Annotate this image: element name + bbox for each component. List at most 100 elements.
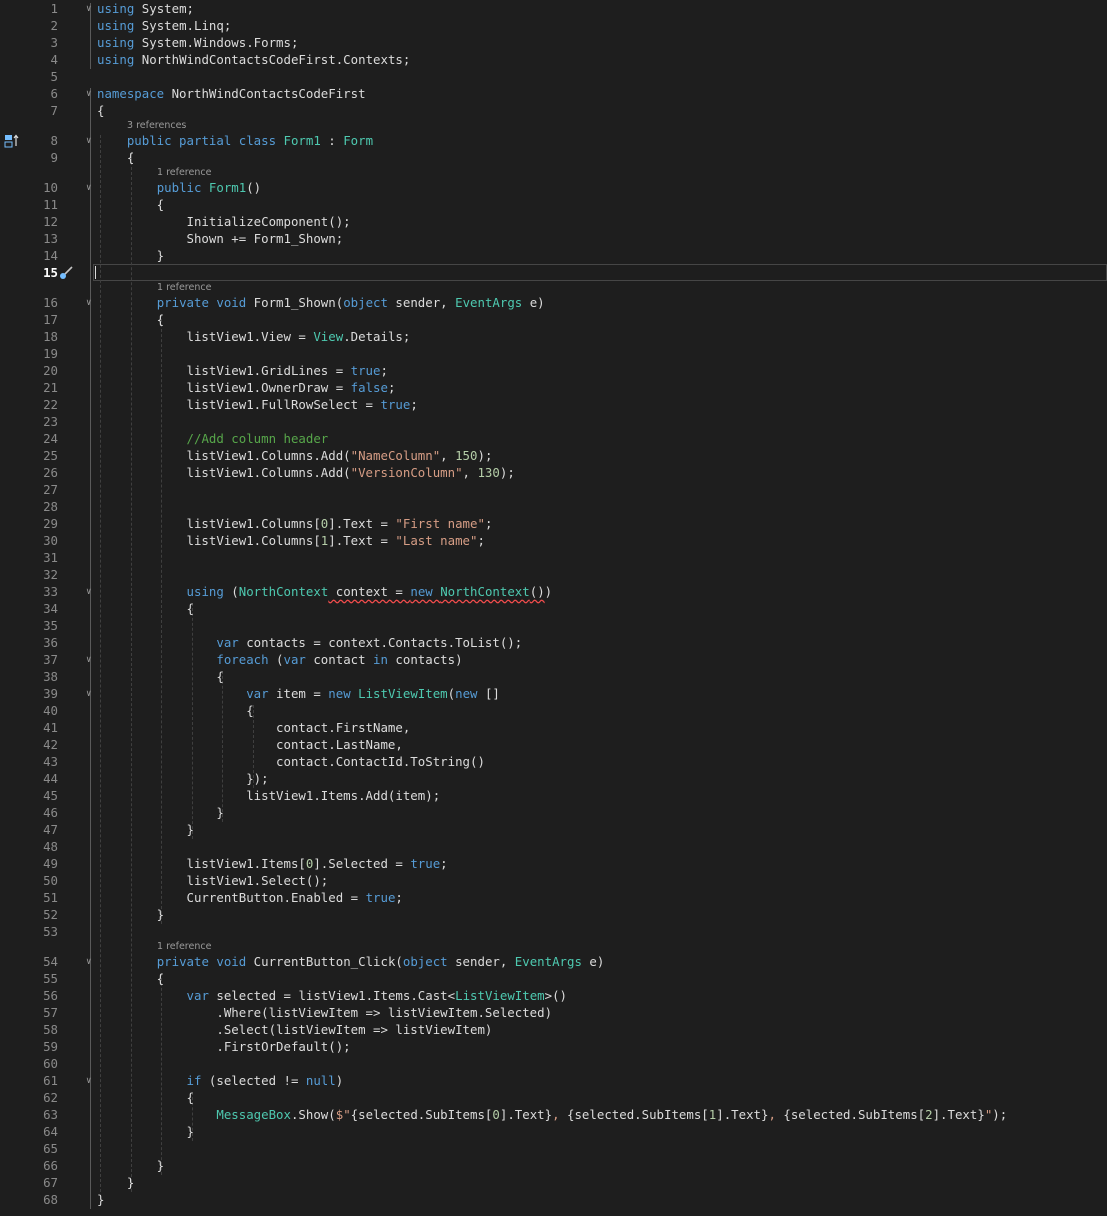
- code-line[interactable]: 21 listView1.OwnerDraw = false;: [0, 380, 1107, 397]
- code-line[interactable]: 16 ∨ private void Form1_Shown(object send…: [0, 295, 1107, 312]
- code-line[interactable]: 45 listView1.Items.Add(item);: [0, 788, 1107, 805]
- code-line[interactable]: 56 var selected = listView1.Items.Cast<L…: [0, 988, 1107, 1005]
- code-line[interactable]: 40 {: [0, 703, 1107, 720]
- code-line[interactable]: 63 MessageBox.Show($"{selected.SubItems[…: [0, 1107, 1107, 1124]
- fold-chevron-icon[interactable]: ∨: [86, 90, 95, 99]
- code-token: ;: [395, 890, 403, 905]
- code-line[interactable]: 5: [0, 69, 1107, 86]
- code-line[interactable]: 49 listView1.Items[0].Selected = true;: [0, 856, 1107, 873]
- code-line[interactable]: 53: [0, 924, 1107, 941]
- code-line[interactable]: 8 ∨ public partial class Form1 : Form: [0, 133, 1107, 150]
- code-line[interactable]: 59 .FirstOrDefault();: [0, 1039, 1107, 1056]
- code-line[interactable]: 19: [0, 346, 1107, 363]
- codelens-text[interactable]: 3 references: [127, 120, 186, 131]
- code-line[interactable]: 27: [0, 482, 1107, 499]
- fold-chevron-icon[interactable]: ∨: [86, 184, 95, 193]
- code-line[interactable]: 14 }: [0, 248, 1107, 265]
- fold-chevron-icon[interactable]: ∨: [86, 137, 95, 146]
- code-line[interactable]: 37 ∨ foreach (var contact in contacts): [0, 652, 1107, 669]
- code-line[interactable]: 38 {: [0, 669, 1107, 686]
- code-line[interactable]: 34 {: [0, 601, 1107, 618]
- code-line[interactable]: 44 });: [0, 771, 1107, 788]
- code-line[interactable]: 4 using NorthWindContactsCodeFirst.Contex…: [0, 52, 1107, 69]
- code-line[interactable]: 28: [0, 499, 1107, 516]
- code-line[interactable]: 60: [0, 1056, 1107, 1073]
- code-token: private void: [156, 295, 254, 310]
- codelens-references[interactable]: 1 reference: [0, 167, 1107, 180]
- code-line[interactable]: 39 ∨ var item = new ListViewItem(new []: [0, 686, 1107, 703]
- code-line[interactable]: 15: [0, 265, 1107, 282]
- code-editor[interactable]: 1 ∨ using System; 2 using System.Linq; 3 using…: [0, 0, 1107, 1216]
- code-line[interactable]: 41 contact.FirstName,: [0, 720, 1107, 737]
- line-number: 1: [50, 1, 58, 16]
- code-line[interactable]: 18 listView1.View = View.Details;: [0, 329, 1107, 346]
- code-line[interactable]: 13 Shown += Form1_Shown;: [0, 231, 1107, 248]
- code-line[interactable]: 54 ∨ private void CurrentButton_Click(obj…: [0, 954, 1107, 971]
- code-line[interactable]: 9 {: [0, 150, 1107, 167]
- code-line[interactable]: 7{: [0, 103, 1107, 120]
- fold-chevron-icon[interactable]: ∨: [86, 588, 95, 597]
- code-line[interactable]: 52 }: [0, 907, 1107, 924]
- code-token: .Where(listViewItem => listViewItem.Sele…: [97, 1005, 553, 1020]
- codelens-references[interactable]: 3 references: [0, 120, 1107, 133]
- code-line[interactable]: 65: [0, 1141, 1107, 1158]
- code-line[interactable]: 35: [0, 618, 1107, 635]
- code-line[interactable]: 24 //Add column header: [0, 431, 1107, 448]
- code-line[interactable]: 23: [0, 414, 1107, 431]
- code-line[interactable]: 20 listView1.GridLines = true;: [0, 363, 1107, 380]
- code-line[interactable]: 61 ∨ if (selected != null): [0, 1073, 1107, 1090]
- code-line[interactable]: 47 }: [0, 822, 1107, 839]
- fold-chevron-icon[interactable]: ∨: [86, 958, 95, 967]
- code-line[interactable]: 17 {: [0, 312, 1107, 329]
- code-token: e): [522, 295, 545, 310]
- code-line[interactable]: 64 }: [0, 1124, 1107, 1141]
- fold-chevron-icon[interactable]: ∨: [86, 5, 95, 14]
- codelens-references[interactable]: 1 reference: [0, 282, 1107, 295]
- code-line[interactable]: 46 }: [0, 805, 1107, 822]
- code-token: :: [320, 133, 344, 148]
- code-line[interactable]: 25 listView1.Columns.Add("NameColumn", 1…: [0, 448, 1107, 465]
- fold-chevron-icon[interactable]: ∨: [86, 690, 95, 699]
- code-line[interactable]: 68}: [0, 1192, 1107, 1209]
- code-line[interactable]: 43 contact.ContactId.ToString(): [0, 754, 1107, 771]
- code-line[interactable]: 58 .Select(listViewItem => listViewItem): [0, 1022, 1107, 1039]
- codelens-text[interactable]: 1 reference: [157, 941, 211, 952]
- code-line[interactable]: 6 ∨ namespace NorthWindContactsCodeFirst: [0, 86, 1107, 103]
- code-token: true: [380, 397, 411, 412]
- code-line[interactable]: 32: [0, 567, 1107, 584]
- code-line[interactable]: 31: [0, 550, 1107, 567]
- code-line[interactable]: 11 {: [0, 197, 1107, 214]
- code-token: 0: [492, 1107, 500, 1122]
- codelens-text[interactable]: 1 reference: [157, 167, 211, 178]
- code-line[interactable]: 66 }: [0, 1158, 1107, 1175]
- code-text: using NorthWindContactsCodeFirst.Context…: [97, 52, 410, 67]
- code-line[interactable]: 36 var contacts = context.Contacts.ToLis…: [0, 635, 1107, 652]
- code-line[interactable]: 67 }: [0, 1175, 1107, 1192]
- code-line[interactable]: 22 listView1.FullRowSelect = true;: [0, 397, 1107, 414]
- codelens-references[interactable]: 1 reference: [0, 941, 1107, 954]
- code-line[interactable]: 55 {: [0, 971, 1107, 988]
- code-line[interactable]: 2 using System.Linq;: [0, 18, 1107, 35]
- fold-chevron-icon[interactable]: ∨: [86, 1077, 95, 1086]
- code-line[interactable]: 51 CurrentButton.Enabled = true;: [0, 890, 1107, 907]
- code-line[interactable]: 33 ∨ using (NorthContext context = new No…: [0, 584, 1107, 601]
- code-line[interactable]: 57 .Where(listViewItem => listViewItem.S…: [0, 1005, 1107, 1022]
- fold-chevron-icon[interactable]: ∨: [86, 299, 95, 308]
- line-number: 34: [43, 601, 58, 616]
- code-line[interactable]: 12 InitializeComponent();: [0, 214, 1107, 231]
- code-line[interactable]: 30 listView1.Columns[1].Text = "Last nam…: [0, 533, 1107, 550]
- code-line[interactable]: 50 listView1.Select();: [0, 873, 1107, 890]
- code-token: contact.FirstName,: [97, 720, 411, 735]
- code-line[interactable]: 62 {: [0, 1090, 1107, 1107]
- fold-chevron-icon[interactable]: ∨: [86, 656, 95, 665]
- code-line[interactable]: 10 ∨ public Form1(): [0, 180, 1107, 197]
- code-line[interactable]: 3 using System.Windows.Forms;: [0, 35, 1107, 52]
- code-line[interactable]: 29 listView1.Columns[0].Text = "First na…: [0, 516, 1107, 533]
- code-token: 2: [925, 1107, 933, 1122]
- code-line[interactable]: 1 ∨ using System;: [0, 1, 1107, 18]
- code-line[interactable]: 42 contact.LastName,: [0, 737, 1107, 754]
- code-line[interactable]: 48: [0, 839, 1107, 856]
- codelens-text[interactable]: 1 reference: [157, 282, 211, 293]
- code-line[interactable]: 26 listView1.Columns.Add("VersionColumn"…: [0, 465, 1107, 482]
- line-number: 2: [50, 18, 58, 33]
